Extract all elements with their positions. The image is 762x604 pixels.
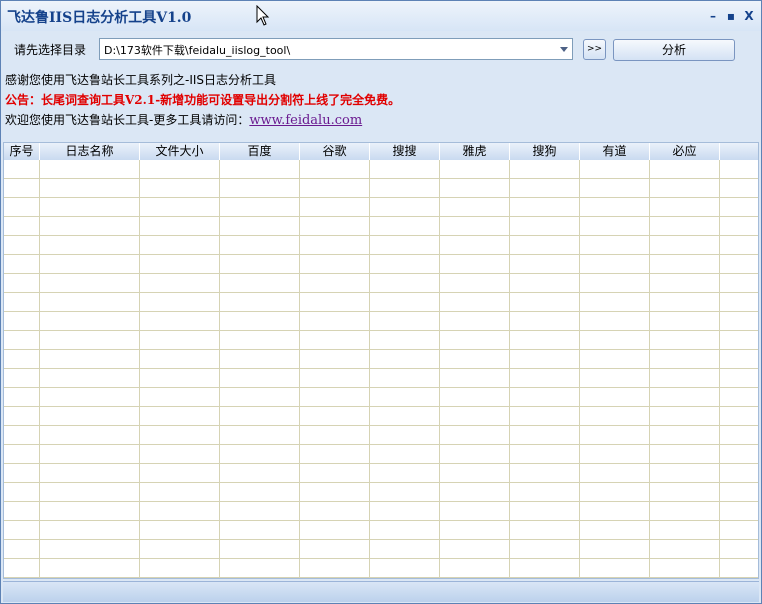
status-bar [3, 581, 759, 602]
column-header-soso[interactable]: 搜搜 [370, 143, 440, 160]
maximize-button[interactable]: ▪ [723, 8, 739, 24]
column-header-baidu[interactable]: 百度 [220, 143, 300, 160]
column-header-yahoo[interactable]: 雅虎 [440, 143, 510, 160]
welcome-text: 欢迎您使用飞达鲁站长工具-更多工具请访问： [5, 113, 250, 127]
minimize-button[interactable]: – [705, 8, 721, 24]
close-button[interactable]: X [741, 8, 757, 24]
column-header-filler [720, 143, 758, 160]
window-title: 飞达鲁IIS日志分析工具V1.0 [7, 10, 192, 26]
column-header-log-name[interactable]: 日志名称 [40, 143, 140, 160]
mouse-cursor-icon [256, 5, 270, 26]
column-header-bing[interactable]: 必应 [650, 143, 720, 160]
column-header-file-size[interactable]: 文件大小 [140, 143, 220, 160]
column-header-google[interactable]: 谷歌 [300, 143, 370, 160]
analyze-button[interactable]: 分析 [613, 39, 735, 61]
website-link[interactable]: www.feidalu.com [249, 113, 362, 128]
directory-label: 请先选择目录 [14, 43, 87, 57]
log-table[interactable]: 序号 日志名称 文件大小 百度 谷歌 搜搜 雅虎 搜狗 有道 必应 [3, 142, 759, 579]
thanks-text: 感谢您使用飞达鲁站长工具系列之-IIS日志分析工具 [5, 73, 277, 87]
browse-button[interactable]: >> [583, 39, 606, 60]
app-window: 飞达鲁IIS日志分析工具V1.0 – ▪ X 请先选择目录 D:\173软件下载… [0, 0, 762, 604]
chevron-down-icon[interactable] [560, 47, 568, 52]
table-gridlines [4, 160, 758, 578]
directory-path-value: D:\173软件下载\feidalu_iislog_tool\ [104, 44, 291, 57]
directory-path-combobox[interactable]: D:\173软件下载\feidalu_iislog_tool\ [99, 38, 573, 60]
column-header-sogou[interactable]: 搜狗 [510, 143, 580, 160]
title-bar[interactable]: 飞达鲁IIS日志分析工具V1.0 – ▪ X [1, 1, 761, 31]
column-header-index[interactable]: 序号 [4, 143, 40, 160]
notice-text: 公告：长尾词查询工具V2.1-新增功能可设置导出分割符上线了完全免费。 [5, 93, 401, 107]
welcome-line: 欢迎您使用飞达鲁站长工具-更多工具请访问：www.feidalu.com [5, 111, 362, 128]
column-header-youdao[interactable]: 有道 [580, 143, 650, 160]
